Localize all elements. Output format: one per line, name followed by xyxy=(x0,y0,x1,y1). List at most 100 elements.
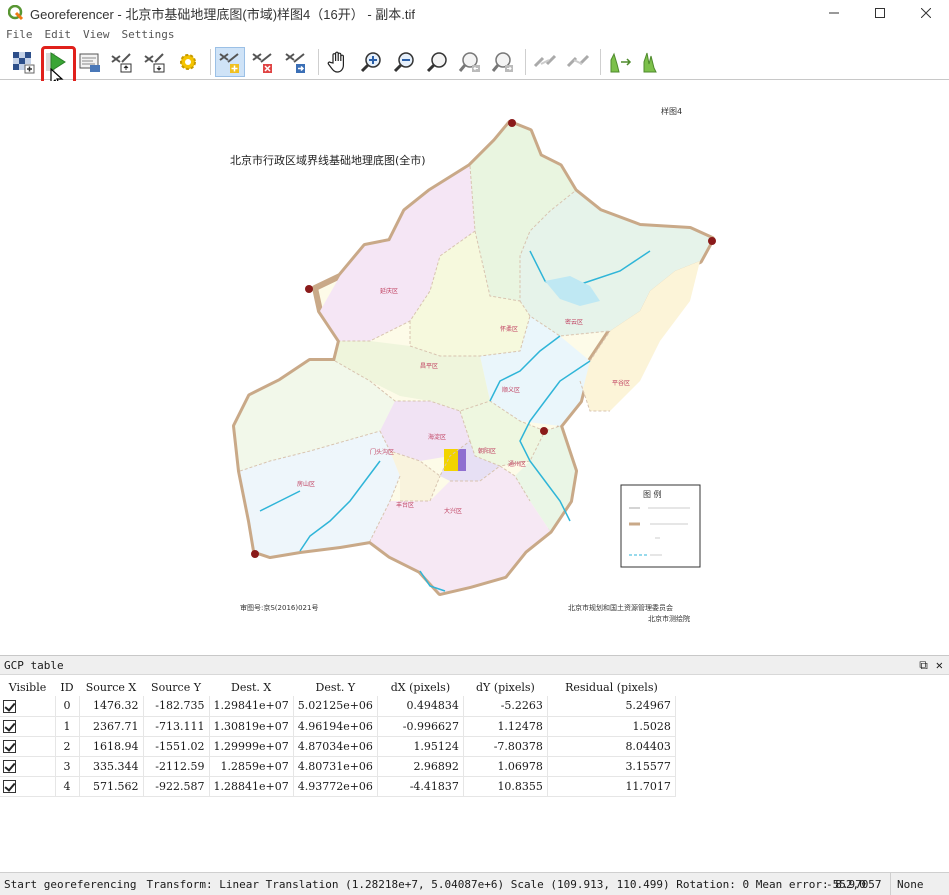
table-row[interactable]: 3 335.344 -2112.59 1.2859e+07 4.80731e+0… xyxy=(0,756,676,777)
visible-checkbox[interactable] xyxy=(0,736,56,757)
menu-file[interactable]: File xyxy=(0,28,39,44)
delete-point-icon xyxy=(252,52,272,73)
label-miyun: 密云区 xyxy=(565,318,583,326)
open-raster-button[interactable] xyxy=(8,47,38,77)
minimize-button[interactable] xyxy=(811,0,857,26)
col-dx[interactable]: dX (pixels) xyxy=(377,678,463,696)
cell-dest-x[interactable]: 1.29841e+07 xyxy=(209,696,294,717)
cell-source-x[interactable]: 335.344 xyxy=(79,756,144,777)
cell-source-x[interactable]: 571.562 xyxy=(79,776,144,797)
cell-dest-x[interactable]: 1.2859e+07 xyxy=(209,756,294,777)
cell-dest-x[interactable]: 1.29999e+07 xyxy=(209,736,294,757)
cell-dest-y[interactable]: 4.87034e+06 xyxy=(293,736,378,757)
maximize-button[interactable] xyxy=(857,0,903,26)
menu-edit[interactable]: Edit xyxy=(39,28,78,44)
link-qgis-to-georeferencer-button[interactable] xyxy=(563,47,593,77)
cell-source-y[interactable]: -713.111 xyxy=(143,716,210,737)
visible-checkbox[interactable] xyxy=(0,716,56,737)
gcp-point-0[interactable] xyxy=(508,119,516,127)
cell-dest-x[interactable]: 1.30819e+07 xyxy=(209,716,294,737)
zoom-to-layer-button[interactable] xyxy=(422,47,452,77)
cell-source-y[interactable]: -2112.59 xyxy=(143,756,210,777)
cell-dx: -0.996627 xyxy=(377,716,464,737)
table-row[interactable]: 0 1476.32 -182.735 1.29841e+07 5.02125e+… xyxy=(0,696,676,717)
zoom-in-button[interactable] xyxy=(356,47,386,77)
cell-dy: 1.06978 xyxy=(463,756,548,777)
cell-dest-y[interactable]: 5.02125e+06 xyxy=(293,696,378,717)
visible-checkbox[interactable] xyxy=(0,776,56,797)
col-dy[interactable]: dY (pixels) xyxy=(463,678,547,696)
toolbar-separator xyxy=(525,48,526,75)
cell-source-x[interactable]: 1476.32 xyxy=(79,696,144,717)
map-legend: 图 例 xyxy=(620,484,701,568)
move-gcp-point-button[interactable] xyxy=(281,47,311,77)
delete-point-button[interactable] xyxy=(248,47,278,77)
cell-source-y[interactable]: -922.587 xyxy=(143,776,210,797)
full-histogram-stretch-button[interactable] xyxy=(605,47,635,77)
zoom-out-button[interactable] xyxy=(389,47,419,77)
label-pinggu: 平谷区 xyxy=(612,379,630,387)
visible-checkbox[interactable] xyxy=(0,756,56,777)
transformation-settings-icon xyxy=(180,53,196,70)
cell-id: 2 xyxy=(55,736,80,757)
generate-gdal-script-button[interactable] xyxy=(74,47,104,77)
cell-id: 0 xyxy=(55,696,80,717)
menu-settings[interactable]: Settings xyxy=(116,28,181,44)
map-surveyor-note: 北京市测绘院 xyxy=(648,614,690,623)
zoom-in-icon xyxy=(360,51,381,72)
cell-dest-y[interactable]: 4.80731e+06 xyxy=(293,756,378,777)
col-id[interactable]: ID xyxy=(55,678,79,696)
status-bar: Start georeferencing Transform: Linear T… xyxy=(0,872,949,895)
col-dest-y[interactable]: Dest. Y xyxy=(293,678,377,696)
gcp-point-3[interactable] xyxy=(251,550,259,558)
pan-button[interactable] xyxy=(323,47,353,77)
close-panel-icon[interactable]: ✕ xyxy=(936,658,943,673)
add-point-button[interactable] xyxy=(215,46,245,77)
city-center-block-east xyxy=(458,449,466,471)
col-source-x[interactable]: Source X xyxy=(79,678,143,696)
add-point-icon xyxy=(219,52,239,73)
gcp-point-1[interactable] xyxy=(708,237,716,245)
save-gcp-points-button[interactable] xyxy=(140,47,170,77)
label-fangshan: 房山区 xyxy=(297,480,315,488)
visible-checkbox[interactable] xyxy=(0,696,56,717)
minimize-icon xyxy=(829,12,839,14)
cell-dest-y[interactable]: 4.96194e+06 xyxy=(293,716,378,737)
float-panel-icon[interactable]: ⧉ xyxy=(919,658,928,673)
cell-dx: -4.41837 xyxy=(377,776,464,797)
col-dest-x[interactable]: Dest. X xyxy=(209,678,293,696)
gcp-point-2[interactable] xyxy=(540,427,548,435)
col-visible[interactable]: Visible xyxy=(0,678,55,696)
link-georeferencer-to-qgis-button[interactable] xyxy=(530,47,560,77)
zoom-last-button[interactable] xyxy=(455,47,485,77)
cell-dest-y[interactable]: 4.93772e+06 xyxy=(293,776,378,797)
status-crs[interactable]: None xyxy=(890,872,949,895)
transformation-settings-button[interactable] xyxy=(173,47,203,77)
col-source-y[interactable]: Source Y xyxy=(143,678,209,696)
cell-source-x[interactable]: 1618.94 xyxy=(79,736,144,757)
load-gcp-points-button[interactable] xyxy=(107,47,137,77)
table-row[interactable]: 1 2367.71 -713.111 1.30819e+07 4.96194e+… xyxy=(0,716,676,737)
gcp-point-4[interactable] xyxy=(305,285,313,293)
cell-source-x[interactable]: 2367.71 xyxy=(79,716,144,737)
cell-source-y[interactable]: -1551.02 xyxy=(143,736,210,757)
full-histogram-stretch-icon xyxy=(610,52,632,72)
cell-dx: 0.494834 xyxy=(377,696,464,717)
zoom-next-button[interactable] xyxy=(488,47,518,77)
link-qgis-to-georeferencer-icon xyxy=(566,54,590,67)
table-row[interactable]: 4 571.562 -922.587 1.28841e+07 4.93772e+… xyxy=(0,776,676,797)
local-histogram-stretch-button[interactable] xyxy=(638,47,668,77)
cell-dest-x[interactable]: 1.28841e+07 xyxy=(209,776,294,797)
table-row[interactable]: 2 1618.94 -1551.02 1.29999e+07 4.87034e+… xyxy=(0,736,676,757)
menu-view[interactable]: View xyxy=(77,28,116,44)
raster-map[interactable]: 延庆区 怀柔区 密云区 昌平区 顺义区 平谷区 门头沟区 海淀区 朝阳区 通州区… xyxy=(0,81,949,654)
toolbar-separator xyxy=(318,48,319,75)
map-canvas[interactable]: 延庆区 怀柔区 密云区 昌平区 顺义区 平谷区 门头沟区 海淀区 朝阳区 通州区… xyxy=(0,81,949,654)
menu-bar: File Edit View Settings xyxy=(0,28,180,44)
table-header-row: Visible ID Source X Source Y Dest. X Des… xyxy=(0,678,675,696)
cell-source-y[interactable]: -182.735 xyxy=(143,696,210,717)
close-button[interactable] xyxy=(903,0,949,26)
cell-dy: -5.2263 xyxy=(463,696,548,717)
col-residual[interactable]: Residual (pixels) xyxy=(547,678,675,696)
map-title: 北京市行政区域界线基础地理底图(全市) xyxy=(230,153,426,167)
